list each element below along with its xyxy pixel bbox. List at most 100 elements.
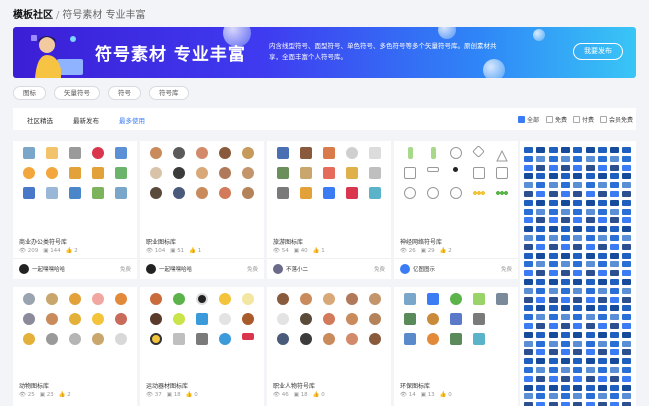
- city-icon: [345, 187, 358, 199]
- symbol-tile-icon: [573, 191, 583, 197]
- like-count: 👍 1: [189, 248, 202, 254]
- library-card[interactable]: 职业图标库 👁 104 ▣ 51 👍 1 一起嘿嘿哈哈 免费: [140, 141, 264, 279]
- library-card-large-preview[interactable]: [520, 141, 636, 406]
- symbol-tile-icon: [597, 155, 607, 162]
- filter-free-label: 免费: [555, 117, 568, 124]
- tab-most-used[interactable]: 最多使用: [119, 115, 145, 125]
- breadcrumb-root[interactable]: 模板社区: [13, 10, 53, 21]
- library-card[interactable]: 神经网络符号库 👁 26 ▣ 29 👍 2 亿图图示 免费: [394, 141, 518, 279]
- favorite-count: ▣ 40: [293, 248, 308, 254]
- library-card[interactable]: 职业人物符号库 👁 46 ▣ 18 👍 0: [267, 287, 391, 406]
- chip-symbol[interactable]: 符号: [108, 86, 141, 100]
- symbol-tile-icon: [622, 155, 632, 162]
- edraw-logo-icon[interactable]: [400, 264, 410, 274]
- chick-icon: [91, 313, 104, 325]
- library-card[interactable]: 动物图标库 👁 25 ▣ 23 👍 2: [13, 287, 137, 406]
- banner-title: 符号素材 专业丰富: [95, 45, 246, 65]
- filter-paid[interactable]: 付费: [573, 115, 594, 124]
- card-title[interactable]: 职业图标库: [146, 237, 176, 246]
- checkbox-icon[interactable]: [546, 116, 553, 123]
- symbol-tile-icon: [573, 402, 583, 406]
- person-icon: [195, 147, 208, 159]
- symbol-tile-icon: [560, 173, 570, 180]
- balloon-icon: [427, 333, 440, 345]
- chip-vector-symbol[interactable]: 矢量符号: [54, 86, 100, 100]
- symbol-tile-icon: [622, 384, 632, 391]
- card-title[interactable]: 职业人物符号库: [273, 381, 315, 390]
- tab-featured[interactable]: 社区精选: [27, 115, 53, 125]
- card-title[interactable]: 环保图标库: [400, 381, 430, 390]
- view-count: 👁 26: [400, 248, 416, 254]
- symbol-tile-icon: [560, 270, 570, 277]
- filter-member-free[interactable]: 会员免费: [600, 115, 633, 124]
- symbol-tile-icon: [524, 367, 533, 373]
- card-title[interactable]: 动物图标库: [19, 381, 49, 390]
- chef-icon: [150, 167, 163, 179]
- filter-free[interactable]: 免费: [546, 115, 567, 124]
- avatar[interactable]: [273, 264, 283, 274]
- symbol-tile-icon: [610, 182, 620, 189]
- symbol-tile-icon: [622, 199, 632, 206]
- symbol-tile-icon: [548, 164, 558, 171]
- symbol-tile-icon: [585, 296, 595, 303]
- chip-symbol-library[interactable]: 符号库: [149, 86, 189, 100]
- card-author[interactable]: 亿图图示: [400, 264, 435, 274]
- basketball-icon: [150, 293, 163, 305]
- symbol-tile-icon: [548, 340, 558, 347]
- checkbox-checked-icon[interactable]: [518, 116, 525, 123]
- symbol-tile-icon: [560, 226, 570, 233]
- volleyball-icon: [241, 293, 254, 305]
- symbol-tile-icon: [548, 208, 558, 215]
- symbol-tile-icon: [610, 384, 620, 391]
- card-title[interactable]: 运动器材图标库: [146, 381, 188, 390]
- ball-icon: [218, 293, 231, 305]
- card-author[interactable]: 一起嘿嘿哈哈: [19, 264, 65, 274]
- card-stats: 👁 37 ▣ 18 👍 0: [146, 392, 198, 398]
- symbol-tile-icon: [548, 217, 558, 224]
- dot-icon: [453, 167, 459, 172]
- card-title[interactable]: 神经网络符号库: [400, 237, 442, 246]
- symbol-tile-icon: [560, 252, 570, 259]
- library-card[interactable]: 旅游图标库 👁 54 ▣ 40 👍 1 不落小二 免费: [267, 141, 391, 279]
- like-count: 👍 0: [185, 392, 198, 398]
- symbol-tile-icon: [610, 375, 620, 382]
- symbol-tile-icon: [585, 164, 595, 171]
- symbol-tile-icon: [610, 323, 620, 329]
- symbol-tile-icon: [610, 331, 620, 338]
- filter-all[interactable]: 全部: [518, 115, 539, 124]
- card-author[interactable]: 不落小二: [273, 264, 308, 274]
- symbol-tile-icon: [548, 305, 558, 312]
- person-icon: [150, 187, 163, 199]
- symbol-tile-icon: [597, 147, 607, 153]
- chip-icon[interactable]: 图标: [13, 86, 46, 100]
- koala-icon: [46, 333, 59, 345]
- symbol-tile-icon: [560, 217, 570, 224]
- checkbox-icon[interactable]: [600, 116, 607, 123]
- symbol-tile-icon: [548, 287, 558, 294]
- symbol-tile-icon: [585, 367, 595, 373]
- library-card[interactable]: 商业办公类符号库 👁 209 ▣ 144 👍 2 一起嘿嘿哈哈 免费: [13, 141, 137, 279]
- symbol-tile-icon: [536, 147, 546, 153]
- card-title[interactable]: 商业办公类符号库: [19, 237, 67, 246]
- helmet-icon: [218, 333, 231, 345]
- symbol-tile-icon: [610, 173, 620, 180]
- police-icon: [173, 187, 186, 199]
- library-card[interactable]: 环保图标库 👁 14 ▣ 13 👍 0: [394, 287, 518, 406]
- symbol-tile-icon: [536, 296, 546, 303]
- symbol-tile-icon: [524, 358, 533, 365]
- price-label: 免费: [373, 267, 385, 273]
- checkbox-icon[interactable]: [573, 116, 580, 123]
- card-author[interactable]: 一起嘿嘿哈哈: [146, 264, 192, 274]
- printer-icon: [114, 147, 127, 159]
- like-count: 👍 2: [65, 248, 78, 254]
- library-card[interactable]: 运动器材图标库 👁 37 ▣ 18 👍 0: [140, 287, 264, 406]
- avatar[interactable]: [19, 264, 29, 274]
- card-title[interactable]: 旅游图标库: [273, 237, 303, 246]
- symbol-tile-icon: [524, 384, 533, 391]
- symbol-tile-icon: [585, 191, 595, 197]
- tab-latest[interactable]: 最新发布: [73, 115, 99, 125]
- publish-button[interactable]: 我要发布: [573, 43, 623, 60]
- id-card-icon: [68, 147, 81, 159]
- avatar[interactable]: [146, 264, 156, 274]
- symbol-tile-icon: [573, 323, 583, 329]
